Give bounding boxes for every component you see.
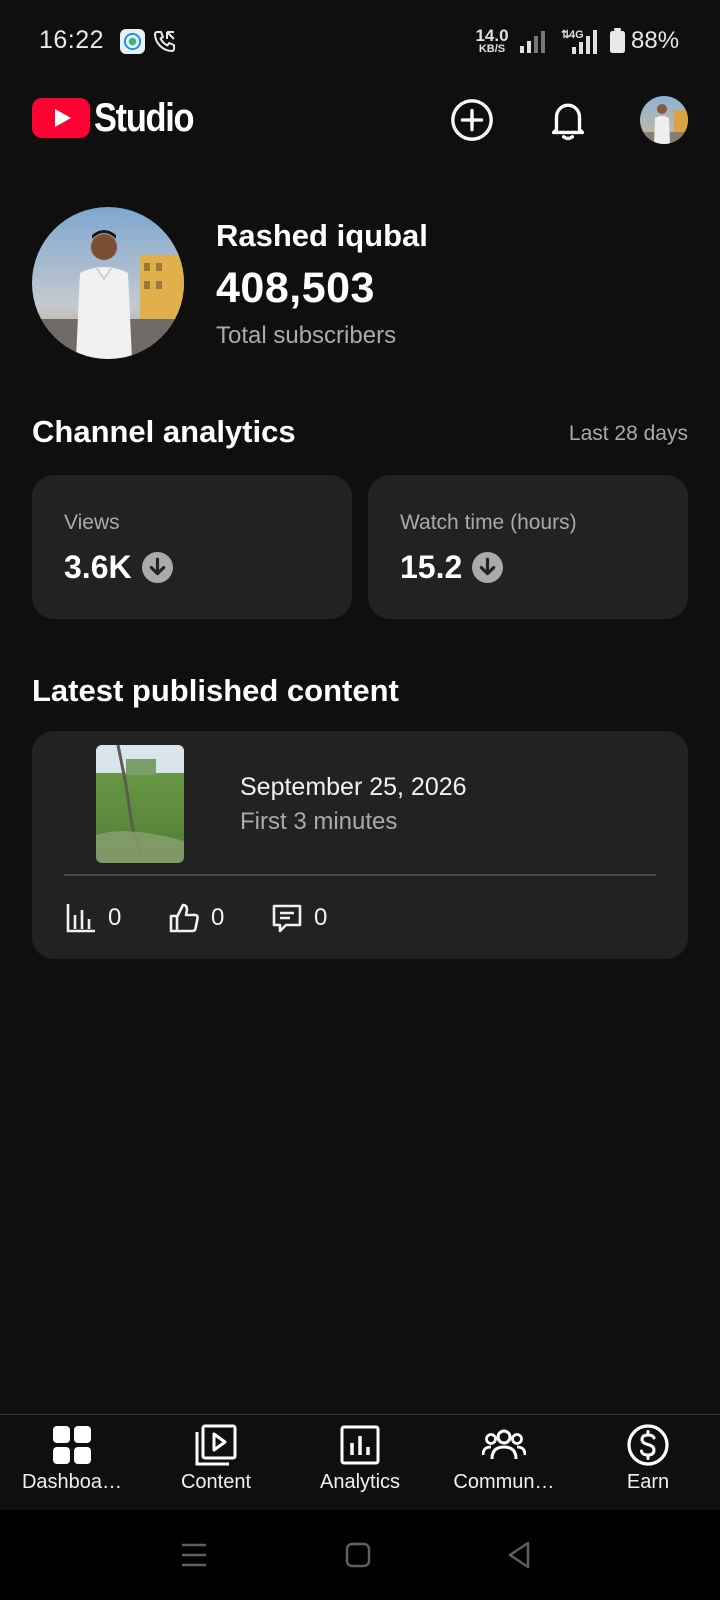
channel-name: Rashed iqubal: [216, 218, 428, 253]
battery-percentage: 88%: [631, 27, 680, 54]
latest-content-card[interactable]: September 25, 2026 First 3 minutes 0 0 0: [32, 731, 688, 959]
recent-apps-button[interactable]: [176, 1537, 212, 1573]
battery-icon: [609, 28, 626, 54]
metric-label: Views: [64, 511, 120, 534]
views-stat-value: 0: [108, 904, 122, 931]
youtube-logo-icon[interactable]: [32, 98, 90, 138]
comments-stat: 0: [270, 901, 327, 935]
wifi-call-icon: [152, 28, 178, 54]
notification-app-icon: [120, 29, 145, 54]
nav-label: Analytics: [319, 1471, 401, 1493]
analytics-section-title: Channel analytics: [32, 414, 296, 449]
subscriber-count: 408,503: [216, 264, 375, 312]
system-navigation-bar: [0, 1510, 720, 1600]
metric-value: 3.6K: [64, 549, 173, 586]
signal-4g-icon: ⇅ 4G: [558, 27, 602, 55]
app-header: Studio: [0, 90, 720, 150]
watch-time-metric-card[interactable]: Watch time (hours) 15.2: [368, 475, 688, 619]
latest-content-title: Latest published content: [32, 673, 399, 708]
metric-label: Watch time (hours): [400, 511, 577, 534]
comment-icon: [272, 904, 302, 933]
trend-down-icon: [141, 552, 173, 583]
nav-community[interactable]: Commun…: [432, 1423, 576, 1503]
content-subtitle: First 3 minutes: [240, 808, 398, 835]
create-plus-icon: [451, 99, 493, 141]
account-avatar[interactable]: [640, 96, 688, 144]
nav-label: Dashboa…: [21, 1471, 123, 1493]
back-triangle-icon: [508, 1541, 530, 1569]
studio-logo-text[interactable]: Studio: [94, 96, 195, 141]
divider: [64, 874, 656, 876]
signal-strength-icon: [518, 30, 546, 54]
likes-stat-value: 0: [211, 904, 225, 931]
network-speed-unit: KB/S: [478, 43, 506, 55]
network-speed-value: 14.0: [475, 26, 509, 45]
content-publish-date: September 25, 2026: [240, 773, 467, 801]
home-square-icon: [345, 1542, 371, 1568]
home-button[interactable]: [340, 1537, 376, 1573]
metric-value: 15.2: [400, 549, 504, 586]
network-speed: 14.0 KB/S: [472, 27, 512, 55]
views-metric-card[interactable]: Views 3.6K: [32, 475, 352, 619]
notifications-bell-icon: [551, 103, 585, 141]
bottom-navigation: Dashboa… Content Analytics Commun… Earn: [0, 1414, 720, 1510]
analytics-chart-icon: [340, 1425, 380, 1465]
views-stat: 0: [64, 901, 121, 935]
thumbs-up-icon: [169, 903, 199, 933]
create-button[interactable]: [448, 96, 496, 144]
comments-stat-value: 0: [314, 904, 328, 931]
back-button[interactable]: [502, 1537, 538, 1573]
community-people-icon: [482, 1429, 526, 1460]
analytics-period: Last 28 days: [568, 422, 688, 445]
nav-content[interactable]: Content: [144, 1423, 288, 1503]
subscriber-label: Total subscribers: [216, 322, 397, 349]
metric-value-text: 15.2: [400, 549, 463, 585]
nav-label: Content: [180, 1471, 252, 1493]
nav-label: Earn: [626, 1471, 670, 1493]
content-play-icon: [195, 1424, 237, 1466]
channel-avatar[interactable]: [32, 207, 184, 359]
nav-label: Commun…: [453, 1471, 555, 1493]
nav-dashboard[interactable]: Dashboa…: [0, 1423, 144, 1503]
network-type-text: 4G: [569, 29, 584, 41]
nav-analytics[interactable]: Analytics: [288, 1423, 432, 1503]
notifications-button[interactable]: [544, 96, 592, 144]
nav-earn[interactable]: Earn: [576, 1423, 720, 1503]
status-bar: 16:22 14.0 KB/S ⇅ 4G 88%: [0, 0, 720, 84]
views-bar-chart-icon: [66, 904, 95, 933]
earn-dollar-icon: [627, 1424, 669, 1466]
status-time: 16:22: [39, 26, 105, 54]
video-thumbnail[interactable]: [96, 745, 184, 863]
dashboard-grid-icon: [53, 1426, 91, 1464]
likes-stat: 0: [167, 901, 224, 935]
trend-down-icon: [472, 552, 504, 583]
menu-lines-icon: [182, 1543, 206, 1567]
metric-value-text: 3.6K: [64, 549, 132, 585]
